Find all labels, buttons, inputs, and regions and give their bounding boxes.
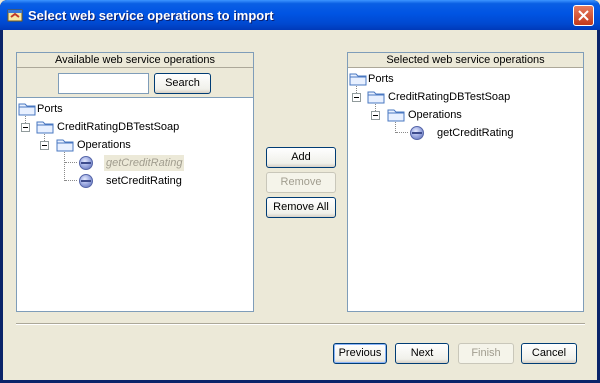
tree-node-ports[interactable]: Ports (17, 101, 247, 117)
folder-icon (367, 90, 385, 104)
tree-node-operations[interactable]: Operations (17, 137, 247, 153)
tree-node-operation[interactable]: getCreditRating (348, 125, 578, 141)
collapse-toggle-icon[interactable] (21, 123, 30, 132)
collapse-toggle-icon[interactable] (371, 111, 380, 120)
operation-label: getCreditRating (437, 127, 514, 139)
available-operations-panel: Available web service operations Search … (16, 52, 254, 312)
tree-label: Operations (408, 109, 462, 121)
available-panel-header: Available web service operations (17, 53, 253, 68)
tree-node-ports[interactable]: Ports (348, 71, 578, 87)
tree-node-operation[interactable]: setCreditRating (17, 173, 247, 189)
operation-icon (79, 174, 93, 188)
tree-label: Ports (37, 103, 63, 115)
previous-button[interactable]: Previous (333, 343, 387, 364)
close-icon (578, 10, 589, 21)
search-bar: Search (17, 68, 253, 98)
selected-panel-header: Selected web service operations (348, 53, 583, 68)
tree-node-port[interactable]: CreditRatingDBTestSoap (348, 89, 578, 105)
cancel-button[interactable]: Cancel (521, 343, 577, 364)
import-wizard-icon (7, 7, 23, 23)
folder-icon (349, 72, 367, 86)
tree-label: CreditRatingDBTestSoap (57, 121, 180, 133)
operation-icon (410, 126, 424, 140)
operation-label: setCreditRating (106, 175, 182, 187)
tree-node-operations[interactable]: Operations (348, 107, 578, 123)
search-input[interactable] (58, 73, 149, 94)
search-button[interactable]: Search (154, 73, 211, 94)
tree-node-operation[interactable]: getCreditRating (17, 155, 247, 171)
footer-separator (16, 323, 585, 325)
title-bar[interactable]: Select web service operations to import (0, 0, 600, 30)
window-title: Select web service operations to import (28, 8, 274, 23)
available-tree[interactable]: Ports CreditRatingDBTestSoap Operations (17, 99, 253, 311)
folder-icon (36, 120, 54, 134)
add-button[interactable]: Add (266, 147, 336, 168)
selected-operations-panel: Selected web service operations Ports Cr… (347, 52, 584, 312)
operation-icon (79, 156, 93, 170)
finish-button[interactable]: Finish (458, 343, 514, 364)
dialog-window: Select web service operations to import … (0, 0, 600, 383)
selected-tree[interactable]: Ports CreditRatingDBTestSoap Operations (348, 69, 583, 311)
dialog-content: Available web service operations Search … (3, 30, 597, 380)
folder-icon (18, 102, 36, 116)
folder-icon (56, 138, 74, 152)
folder-icon (387, 108, 405, 122)
tree-node-port[interactable]: CreditRatingDBTestSoap (17, 119, 247, 135)
remove-button[interactable]: Remove (266, 172, 336, 193)
next-button[interactable]: Next (395, 343, 449, 364)
remove-all-button[interactable]: Remove All (266, 197, 336, 218)
tree-label: Operations (77, 139, 131, 151)
tree-label: CreditRatingDBTestSoap (388, 91, 511, 103)
collapse-toggle-icon[interactable] (352, 93, 361, 102)
tree-label: Ports (368, 73, 394, 85)
operation-label: getCreditRating (104, 155, 185, 171)
close-button[interactable] (573, 5, 594, 26)
collapse-toggle-icon[interactable] (40, 141, 49, 150)
